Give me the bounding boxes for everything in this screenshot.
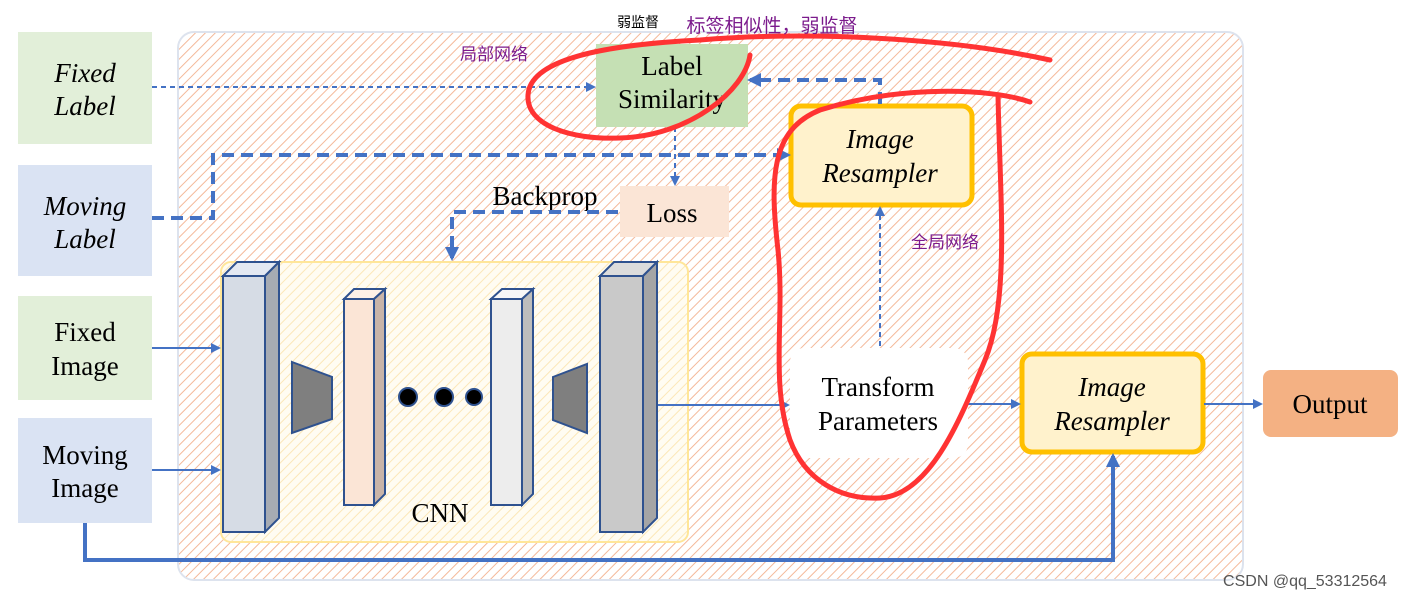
svg-text:Label: Label: [641, 51, 702, 81]
moving-image-box: Moving Image: [18, 418, 152, 523]
ellipsis-dot: [465, 388, 483, 406]
registration-diagram: Fixed Label Moving Label Fixed Image Mov…: [18, 15, 1398, 590]
svg-text:Resampler: Resampler: [1053, 406, 1170, 436]
svg-text:Label: Label: [53, 91, 116, 121]
loss-box: Loss: [620, 186, 729, 237]
label-similarity-note: 标签相似性，弱监督: [686, 15, 857, 37]
cnn-layer-input: [220, 259, 282, 535]
svg-text:Loss: Loss: [646, 198, 697, 228]
ellipsis-dot: [434, 387, 454, 407]
output-box: Output: [1263, 370, 1398, 437]
cnn-layer-encoder: [341, 286, 388, 508]
svg-text:Output: Output: [1292, 389, 1368, 419]
ellipsis-dot: [398, 387, 418, 407]
image-resampler-top: Image Resampler: [788, 103, 975, 208]
backprop-label: Backprop: [493, 181, 598, 211]
cnn-upsample: [552, 362, 588, 435]
weak-supervision-note: 弱监督: [617, 15, 659, 31]
fixed-label-box: Fixed Label: [18, 32, 152, 144]
svg-text:Moving: Moving: [42, 440, 128, 470]
fixed-image-box: Fixed Image: [18, 296, 152, 400]
svg-text:Image: Image: [51, 351, 118, 381]
svg-text:Image: Image: [1077, 372, 1145, 402]
svg-text:Image: Image: [845, 124, 913, 154]
svg-text:Label: Label: [53, 224, 116, 254]
moving-label-box: Moving Label: [18, 165, 152, 276]
image-resampler-bottom: Image Resampler: [1019, 351, 1206, 455]
svg-text:Parameters: Parameters: [818, 406, 938, 436]
svg-text:Resampler: Resampler: [821, 158, 938, 188]
svg-text:Image: Image: [51, 473, 118, 503]
global-network-note: 全局网络: [911, 233, 979, 253]
svg-text:Fixed: Fixed: [54, 317, 116, 347]
svg-text:CNN: CNN: [411, 498, 468, 528]
svg-text:Fixed: Fixed: [53, 58, 116, 88]
watermark: CSDN @qq_53312564: [1223, 573, 1387, 590]
cnn-layer-output: [597, 259, 660, 535]
cnn-block: CNN: [220, 259, 689, 543]
svg-text:Transform: Transform: [821, 372, 934, 402]
label-similarity-box: Label Similarity: [596, 44, 748, 127]
svg-text:Moving: Moving: [43, 191, 126, 221]
local-network-note: 局部网络: [460, 45, 528, 65]
transform-parameters-box: Transform Parameters: [790, 348, 968, 458]
cnn-layer-decoder: [488, 286, 536, 508]
